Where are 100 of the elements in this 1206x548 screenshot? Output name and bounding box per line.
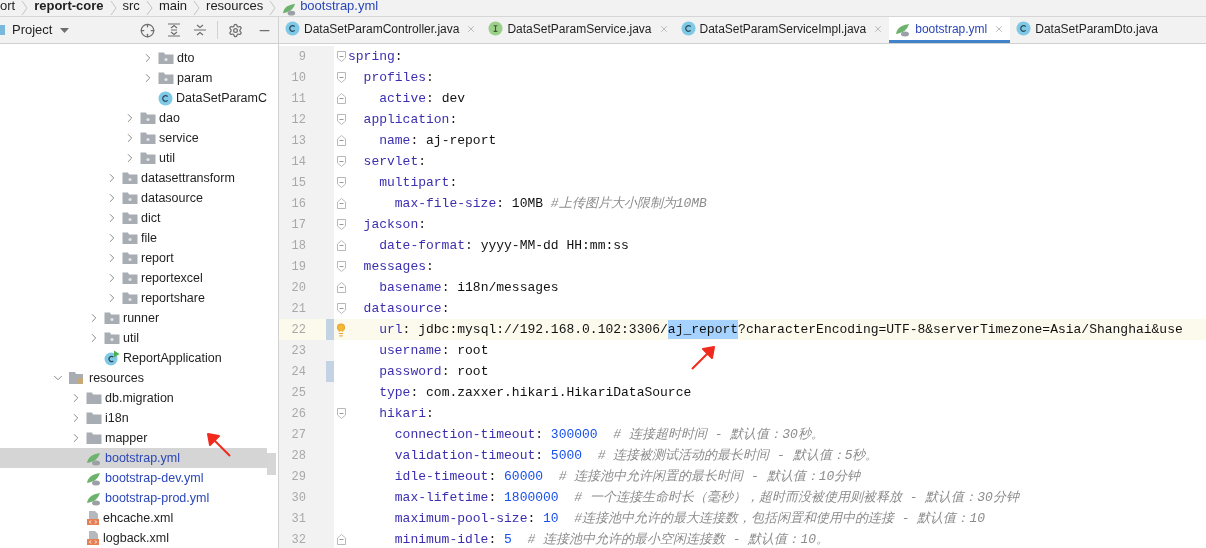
editor-tab[interactable]: DataSetParamController.java <box>279 17 483 43</box>
tree-item[interactable]: ehcache.xml <box>0 508 267 528</box>
xml-file-icon <box>86 510 100 526</box>
tree-item[interactable]: bootstrap.yml <box>0 448 267 468</box>
tree-item[interactable]: bootstrap-prod.yml <box>0 488 267 508</box>
tree-item[interactable]: param <box>0 68 267 88</box>
line-number: 30 <box>290 489 306 507</box>
fold-start-icon[interactable] <box>336 177 346 188</box>
editor-tab[interactable]: bootstrap.yml <box>889 17 1011 43</box>
yaml-value: jdbc:mysql://192.168.0.102:3306/ <box>418 320 668 339</box>
fold-start-icon[interactable] <box>336 303 346 314</box>
line-number: 19 <box>290 258 306 276</box>
fold-end-icon[interactable] <box>336 240 346 251</box>
code-comment: # 连接被测试活动的最长时间 - 默认值：5秒。 <box>596 446 879 465</box>
collapse-all-icon[interactable] <box>193 23 207 37</box>
close-tab-icon[interactable] <box>873 23 884 34</box>
tree-item[interactable]: reportexcel <box>0 268 267 288</box>
settings-icon[interactable] <box>228 22 243 38</box>
yaml-colon: : <box>488 467 498 486</box>
fold-end-icon[interactable] <box>336 135 346 146</box>
yaml-key: servlet <box>348 151 419 172</box>
tree-item[interactable]: util <box>0 148 267 168</box>
package-folder-icon <box>122 271 138 285</box>
tree-item[interactable]: dict <box>0 208 267 228</box>
yaml-value: i18n/messages <box>457 278 559 297</box>
yaml-colon: : <box>535 446 545 465</box>
breadcrumb-item[interactable]: ort <box>0 0 16 12</box>
tree-item[interactable]: util <box>0 328 267 348</box>
yaml-colon: : <box>449 110 458 129</box>
yaml-key: multipart <box>348 172 450 193</box>
yaml-value: root <box>457 362 489 381</box>
application-class-icon <box>104 350 120 366</box>
line-number: 21 <box>290 300 306 318</box>
fold-start-icon[interactable] <box>336 156 346 167</box>
close-tab-icon[interactable] <box>994 23 1005 34</box>
line-number: 31 <box>290 510 306 528</box>
tree-item[interactable]: datasource <box>0 188 267 208</box>
fold-end-icon[interactable] <box>336 93 346 104</box>
yaml-key: jackson <box>348 214 419 235</box>
yaml-value: aj-report <box>426 131 497 150</box>
tree-item[interactable]: logback.xml <box>0 528 267 548</box>
tree-item[interactable]: dto <box>0 48 267 68</box>
expand-all-icon[interactable] <box>167 23 181 37</box>
yaml-key: profiles <box>348 67 426 88</box>
package-folder-icon <box>140 111 156 125</box>
class-icon <box>1016 21 1032 36</box>
tree-item[interactable]: runner <box>0 308 267 328</box>
fold-end-icon[interactable] <box>336 282 346 293</box>
fold-end-icon[interactable] <box>336 198 346 209</box>
tree-item[interactable]: bootstrap-dev.yml <box>0 468 267 488</box>
fold-start-icon[interactable] <box>336 219 346 230</box>
fold-start-icon[interactable] <box>336 261 346 272</box>
scrollbar-thumb[interactable] <box>267 453 276 475</box>
editor-tab[interactable]: DataSetParamService.java <box>482 17 675 43</box>
tree-item[interactable]: reportshare <box>0 288 267 308</box>
yaml-colon: : <box>441 362 451 381</box>
dropdown-caret-icon <box>60 27 70 33</box>
tree-item[interactable]: file <box>0 228 267 248</box>
yaml-colon: : <box>535 425 545 444</box>
tree-item[interactable]: service <box>0 128 267 148</box>
breadcrumb-item[interactable]: src <box>122 0 140 12</box>
tree-item[interactable]: dao <box>0 108 267 128</box>
line-number: 28 <box>290 447 306 465</box>
yaml-colon: : <box>418 215 427 234</box>
tree-item[interactable]: mapper <box>0 428 267 448</box>
spring-leaf-icon <box>86 490 102 506</box>
line-number: 32 <box>290 531 306 548</box>
folder-icon <box>86 411 102 425</box>
editor-tab[interactable]: DataSetParamServiceImpl.java <box>674 17 890 43</box>
tree-item[interactable]: DataSetParamC <box>0 88 267 108</box>
fold-start-icon[interactable] <box>336 408 346 419</box>
code-comment: # 连接超时时间 - 默认值：30秒。 <box>612 425 824 444</box>
breadcrumb-item[interactable]: report-core <box>34 0 104 12</box>
tree-item[interactable]: resources <box>0 368 267 388</box>
tree-item[interactable]: db.migration <box>0 388 267 408</box>
close-tab-icon[interactable] <box>466 23 477 34</box>
project-view-dropdown[interactable]: Project <box>12 20 70 40</box>
yaml-value: dev <box>441 89 466 108</box>
tree-item[interactable]: datasettransform <box>0 168 267 188</box>
line-number: 20 <box>290 279 306 297</box>
breadcrumb-item[interactable]: bootstrap.yml <box>300 0 379 12</box>
line-number: 26 <box>290 405 306 423</box>
tree-item[interactable]: i18n <box>0 408 267 428</box>
package-folder-icon <box>104 331 120 345</box>
locate-icon[interactable] <box>140 22 155 38</box>
yaml-colon: : <box>441 278 451 297</box>
tree-item[interactable]: ReportApplication <box>0 348 267 368</box>
breadcrumb-item[interactable]: resources <box>206 0 264 12</box>
breadcrumb-separator-icon <box>145 0 153 16</box>
editor-tab[interactable]: DataSetParamDto.java <box>1010 17 1164 43</box>
lightbulb-icon[interactable] <box>334 322 348 337</box>
close-tab-icon[interactable] <box>658 23 669 34</box>
fold-end-icon[interactable] <box>336 534 346 545</box>
yaml-key: max-lifetime <box>348 487 489 508</box>
yaml-key: minimum-idle <box>348 529 489 548</box>
breadcrumb-item[interactable]: main <box>158 0 188 12</box>
tree-item[interactable]: report <box>0 248 267 268</box>
fold-start-icon[interactable] <box>336 72 346 83</box>
fold-start-icon[interactable] <box>336 114 346 125</box>
fold-start-icon[interactable] <box>336 51 346 62</box>
